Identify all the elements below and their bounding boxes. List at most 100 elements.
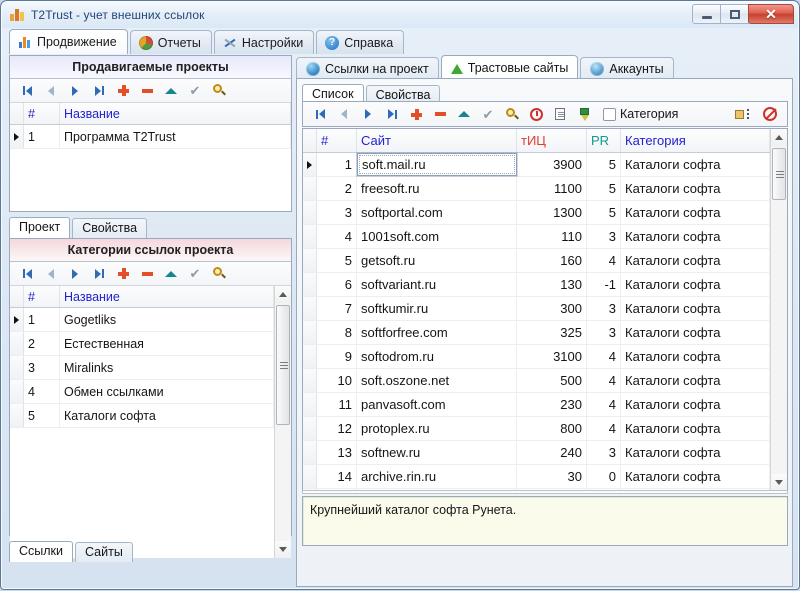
- scroll-down-button[interactable]: [771, 474, 787, 491]
- last-record-icon[interactable]: [88, 264, 110, 284]
- table-row[interactable]: 14archive.rin.ru300Каталоги софта: [303, 465, 770, 489]
- tab-sayty[interactable]: Сайты: [75, 542, 133, 562]
- col-site[interactable]: Сайт: [357, 129, 517, 152]
- tab-trastovye-sayty[interactable]: Трастовые сайты: [441, 55, 579, 79]
- left-panel: Продавигаемые проекты ✔ # Н: [9, 55, 292, 587]
- first-record-icon[interactable]: [16, 264, 38, 284]
- col-tic[interactable]: тИЦ: [517, 129, 587, 152]
- cell-site: softnew.ru: [357, 441, 517, 464]
- table-row[interactable]: 1soft.mail.ru39005Каталоги софта: [303, 153, 770, 177]
- row-indicator: [10, 308, 24, 331]
- main-tab-bar: Продвижение Отчеты Настройки ? Справка: [9, 29, 406, 54]
- scroll-up-button[interactable]: [275, 286, 291, 303]
- add-record-icon[interactable]: [112, 81, 134, 101]
- marker-icon[interactable]: [573, 104, 595, 124]
- edit-record-icon[interactable]: [160, 81, 182, 101]
- cell-tic: 240: [517, 441, 587, 464]
- first-record-icon[interactable]: [309, 104, 331, 124]
- col-name[interactable]: Название: [60, 286, 274, 307]
- next-record-icon[interactable]: [357, 104, 379, 124]
- site-description-note[interactable]: Крупнейший каталог софта Рунета.: [302, 496, 788, 546]
- col-name[interactable]: Название: [60, 103, 291, 124]
- sites-grid-scrollbar[interactable]: [770, 129, 787, 491]
- tab-spravka[interactable]: ? Справка: [316, 30, 404, 54]
- row-indicator: [303, 465, 317, 488]
- col-num[interactable]: #: [24, 286, 60, 307]
- post-edit-icon[interactable]: ✔: [477, 104, 499, 124]
- table-row[interactable]: 1Gogetliks: [10, 308, 274, 332]
- edit-record-icon[interactable]: [160, 264, 182, 284]
- delete-record-icon[interactable]: [136, 81, 158, 101]
- table-row[interactable]: 13softnew.ru2403Каталоги софта: [303, 441, 770, 465]
- row-indicator: [10, 380, 24, 403]
- close-icon: ✕: [765, 7, 777, 21]
- table-row[interactable]: 12protoplex.ru8004Каталоги софта: [303, 417, 770, 441]
- table-row[interactable]: 7softkumir.ru3003Каталоги софта: [303, 297, 770, 321]
- scrollbar-thumb[interactable]: [772, 148, 786, 200]
- col-num[interactable]: #: [317, 129, 357, 152]
- delete-record-icon[interactable]: [136, 264, 158, 284]
- table-row[interactable]: 41001soft.com1103Каталоги софта: [303, 225, 770, 249]
- categories-grid: # Название 1Gogetliks2Естественная3Miral…: [10, 286, 274, 558]
- prev-record-icon[interactable]: [40, 81, 62, 101]
- col-pr[interactable]: PR: [587, 129, 621, 152]
- tab-akkaunty[interactable]: Аккаунты: [580, 57, 673, 79]
- search-icon[interactable]: [208, 81, 230, 101]
- next-record-icon[interactable]: [64, 264, 86, 284]
- table-row[interactable]: 3Miralinks: [10, 356, 274, 380]
- first-record-icon[interactable]: [16, 81, 38, 101]
- tab-nastroyki[interactable]: Настройки: [214, 30, 314, 54]
- cell-category: Каталоги софта: [621, 321, 770, 344]
- tab-svoystva[interactable]: Свойства: [72, 218, 147, 238]
- cell-tic: 160: [517, 249, 587, 272]
- col-num[interactable]: #: [24, 103, 60, 124]
- table-row[interactable]: 4Обмен ссылками: [10, 380, 274, 404]
- table-row[interactable]: 1 Программа T2Trust: [10, 125, 291, 149]
- minimize-button[interactable]: [692, 4, 721, 24]
- prev-record-icon[interactable]: [333, 104, 355, 124]
- last-record-icon[interactable]: [381, 104, 403, 124]
- export-icon[interactable]: [729, 104, 755, 124]
- add-record-icon[interactable]: [405, 104, 427, 124]
- scroll-up-button[interactable]: [771, 129, 787, 146]
- edit-record-icon[interactable]: [453, 104, 475, 124]
- col-category[interactable]: Категория: [621, 129, 770, 152]
- checkbox-box[interactable]: [603, 108, 616, 121]
- table-row[interactable]: 6softvariant.ru130-1Каталоги софта: [303, 273, 770, 297]
- categories-scrollbar[interactable]: [274, 286, 291, 558]
- blocked-icon[interactable]: [757, 104, 783, 124]
- table-row[interactable]: 3softportal.com13005Каталоги софта: [303, 201, 770, 225]
- row-indicator: [303, 249, 317, 272]
- table-row[interactable]: 2Естественная: [10, 332, 274, 356]
- delete-record-icon[interactable]: [429, 104, 451, 124]
- scroll-down-button[interactable]: [275, 541, 291, 558]
- prev-record-icon[interactable]: [40, 264, 62, 284]
- add-record-icon[interactable]: [112, 264, 134, 284]
- table-row[interactable]: 8softforfree.com3253Каталоги софта: [303, 321, 770, 345]
- refresh-icon[interactable]: [525, 104, 547, 124]
- tab-ssylki[interactable]: Ссылки: [9, 541, 73, 562]
- scrollbar-thumb[interactable]: [276, 305, 290, 425]
- search-icon[interactable]: [501, 104, 523, 124]
- maximize-button[interactable]: [720, 4, 749, 24]
- next-record-icon[interactable]: [64, 81, 86, 101]
- table-row[interactable]: 9softodrom.ru31004Каталоги софта: [303, 345, 770, 369]
- tab-ssylki-na-proekt[interactable]: Ссылки на проект: [296, 57, 439, 79]
- category-filter-checkbox[interactable]: Категория: [603, 107, 678, 121]
- last-record-icon[interactable]: [88, 81, 110, 101]
- row-indicator: [303, 177, 317, 200]
- cell-num: 9: [317, 345, 357, 368]
- post-edit-icon[interactable]: ✔: [184, 81, 206, 101]
- close-button[interactable]: ✕: [748, 4, 794, 24]
- tab-otchety[interactable]: Отчеты: [130, 30, 212, 54]
- table-row[interactable]: 10soft.oszone.net5004Каталоги софта: [303, 369, 770, 393]
- tab-proekt[interactable]: Проект: [9, 217, 70, 238]
- post-edit-icon[interactable]: ✔: [184, 264, 206, 284]
- table-row[interactable]: 5getsoft.ru1604Каталоги софта: [303, 249, 770, 273]
- table-row[interactable]: 11panvasoft.com2304Каталоги софта: [303, 393, 770, 417]
- tab-prodvizhenie[interactable]: Продвижение: [9, 29, 128, 54]
- table-row[interactable]: 2freesoft.ru11005Каталоги софта: [303, 177, 770, 201]
- document-icon[interactable]: [549, 104, 571, 124]
- search-icon[interactable]: [208, 264, 230, 284]
- table-row[interactable]: 5Каталоги софта: [10, 404, 274, 428]
